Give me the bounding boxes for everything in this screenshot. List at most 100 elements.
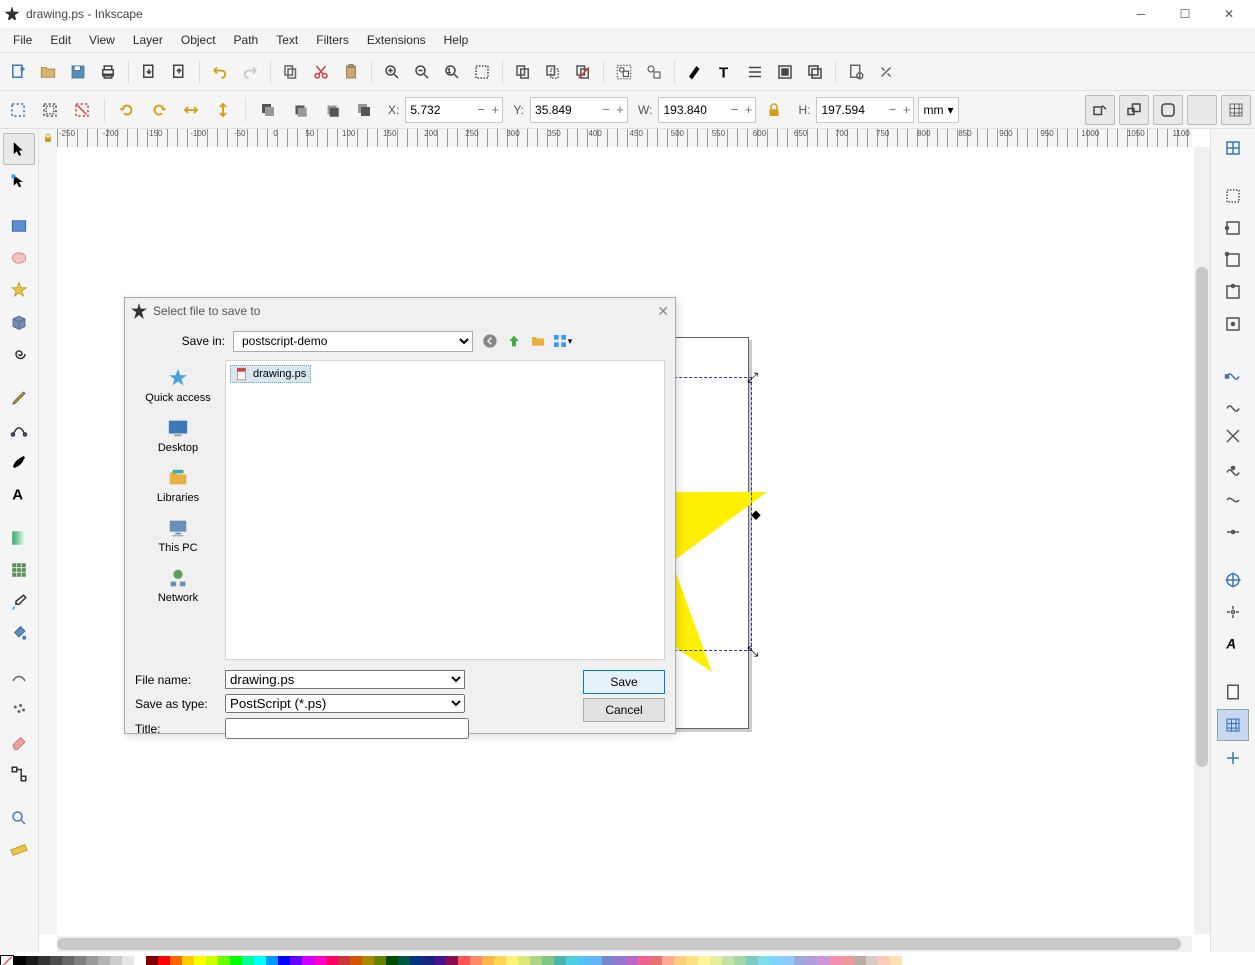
select-all-button[interactable] (4, 96, 32, 124)
rotate-ccw-button[interactable] (113, 96, 141, 124)
affect-scale-button[interactable] (1119, 95, 1149, 125)
flip-v-button[interactable] (209, 96, 237, 124)
swatch[interactable] (314, 956, 326, 965)
swatch[interactable] (566, 956, 578, 965)
units-select[interactable]: mm▾ (918, 97, 958, 123)
doc-props-button[interactable] (842, 58, 870, 86)
scrollbar-horizontal[interactable] (57, 936, 1192, 952)
snap-bbox-center[interactable] (1218, 309, 1248, 339)
paste-button[interactable] (337, 58, 365, 86)
swatch[interactable] (782, 956, 794, 965)
menu-path[interactable]: Path (225, 33, 268, 47)
h-input[interactable]: −+ (816, 97, 914, 123)
affect-gradient-button[interactable] (1187, 95, 1217, 125)
swatch[interactable] (494, 956, 506, 965)
snap-page[interactable] (1218, 677, 1248, 707)
title-input[interactable] (225, 718, 469, 739)
zoom-in-button[interactable] (378, 58, 406, 86)
swatch[interactable] (290, 956, 302, 965)
tweak-tool[interactable] (4, 663, 34, 693)
fill-stroke-button[interactable] (681, 58, 709, 86)
swatch[interactable] (62, 956, 74, 965)
swatch[interactable] (38, 956, 50, 965)
swatch[interactable] (758, 956, 770, 965)
affect-move-button[interactable] (1085, 95, 1115, 125)
swatch[interactable] (302, 956, 314, 965)
swatch[interactable] (182, 956, 194, 965)
view-menu-button[interactable]: ▾ (551, 330, 573, 352)
swatch[interactable] (422, 956, 434, 965)
print-button[interactable] (94, 58, 122, 86)
place-network[interactable]: Network (158, 566, 198, 604)
swatch[interactable] (770, 956, 782, 965)
snap-bbox[interactable] (1218, 181, 1248, 211)
menu-filters[interactable]: Filters (307, 33, 358, 47)
swatch[interactable] (506, 956, 518, 965)
menu-edit[interactable]: Edit (41, 33, 80, 47)
swatch[interactable] (614, 956, 626, 965)
connector-tool[interactable] (4, 759, 34, 789)
affect-corners-button[interactable] (1153, 95, 1183, 125)
swatch[interactable] (446, 956, 458, 965)
flip-h-button[interactable] (177, 96, 205, 124)
gradient-tool[interactable] (4, 523, 34, 553)
snap-bbox-corner[interactable] (1218, 245, 1248, 275)
snap-smooth[interactable] (1218, 485, 1248, 515)
ruler-vertical[interactable] (39, 147, 58, 934)
zoom-tool[interactable] (4, 803, 34, 833)
swatch[interactable] (626, 956, 638, 965)
spray-tool[interactable] (4, 695, 34, 725)
swatch[interactable] (134, 956, 146, 965)
swatch[interactable] (734, 956, 746, 965)
raise-top-button[interactable] (254, 96, 282, 124)
lower-button[interactable] (318, 96, 346, 124)
canvas-area[interactable]: -250-200-150-100-50050100150200250300350… (39, 129, 1210, 952)
swatch[interactable] (542, 956, 554, 965)
snap-toggle[interactable] (1218, 133, 1248, 163)
swatch[interactable] (890, 956, 902, 965)
swatch[interactable] (86, 956, 98, 965)
undo-button[interactable] (206, 58, 234, 86)
scrollbar-vertical[interactable] (1194, 147, 1210, 934)
swatch[interactable] (602, 956, 614, 965)
snap-text[interactable]: A (1218, 629, 1248, 659)
swatch[interactable] (590, 956, 602, 965)
snap-node[interactable] (1218, 357, 1248, 387)
handle-e[interactable]: ⬥ (751, 509, 761, 519)
cut-button[interactable] (307, 58, 335, 86)
swatch[interactable] (326, 956, 338, 965)
zoom-selection-button[interactable] (468, 58, 496, 86)
swatch[interactable] (230, 956, 242, 965)
snap-intersection[interactable] (1218, 421, 1248, 451)
swatch[interactable] (674, 956, 686, 965)
swatch[interactable] (458, 956, 470, 965)
menu-layer[interactable]: Layer (124, 33, 172, 47)
duplicate-button[interactable] (509, 58, 537, 86)
rotate-cw-button[interactable] (145, 96, 173, 124)
spiral-tool[interactable] (4, 339, 34, 369)
mesh-tool[interactable] (4, 555, 34, 585)
zoom-fit-button[interactable]: 1 (438, 58, 466, 86)
swatch[interactable] (374, 956, 386, 965)
swatch[interactable] (818, 956, 830, 965)
3dbox-tool[interactable] (4, 307, 34, 337)
swatch[interactable] (242, 956, 254, 965)
bucket-tool[interactable] (4, 619, 34, 649)
xml-editor-button[interactable] (741, 58, 769, 86)
ellipse-tool[interactable] (4, 243, 34, 273)
snap-bbox-edge[interactable] (1218, 213, 1248, 243)
menu-extensions[interactable]: Extensions (358, 33, 435, 47)
pencil-tool[interactable] (4, 383, 34, 413)
redo-button[interactable] (236, 58, 264, 86)
copy-button[interactable] (277, 58, 305, 86)
layers-button[interactable] (801, 58, 829, 86)
save-dialog-button[interactable]: Save (583, 670, 665, 694)
dialog-titlebar[interactable]: Select file to save to ✕ (125, 298, 675, 324)
new-folder-button[interactable] (527, 330, 549, 352)
swatch[interactable] (518, 956, 530, 965)
lock-aspect-button[interactable] (760, 96, 788, 124)
y-input[interactable]: −+ (530, 97, 628, 123)
x-input[interactable]: −+ (405, 97, 503, 123)
place-quick-access[interactable]: Quick access (145, 366, 210, 404)
menu-view[interactable]: View (80, 33, 124, 47)
